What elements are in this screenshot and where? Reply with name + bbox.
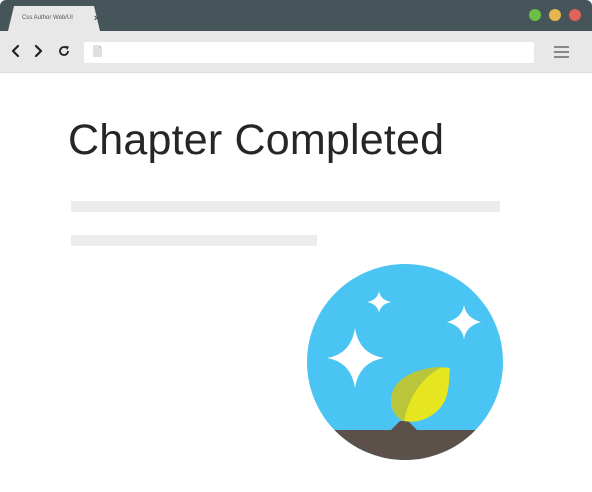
tab-active[interactable]: Css Author Web/UI × <box>8 6 100 31</box>
page-title: Chapter Completed <box>68 116 445 164</box>
back-arrow-icon[interactable] <box>9 43 23 59</box>
hamburger-menu-icon[interactable] <box>554 46 569 58</box>
close-window-button[interactable] <box>569 9 581 21</box>
placeholder-text-line <box>71 201 500 212</box>
minimize-button[interactable] <box>549 9 561 21</box>
chapter-completed-badge-icon <box>307 264 503 460</box>
tab-inactive[interactable] <box>100 6 140 31</box>
address-bar[interactable] <box>84 42 534 63</box>
placeholder-text-line-short <box>71 235 317 246</box>
maximize-button[interactable] <box>529 9 541 21</box>
tab-title: Css Author Web/UI <box>22 15 73 21</box>
document-icon <box>93 45 102 57</box>
reload-icon[interactable] <box>57 43 71 59</box>
forward-arrow-icon[interactable] <box>31 43 45 59</box>
